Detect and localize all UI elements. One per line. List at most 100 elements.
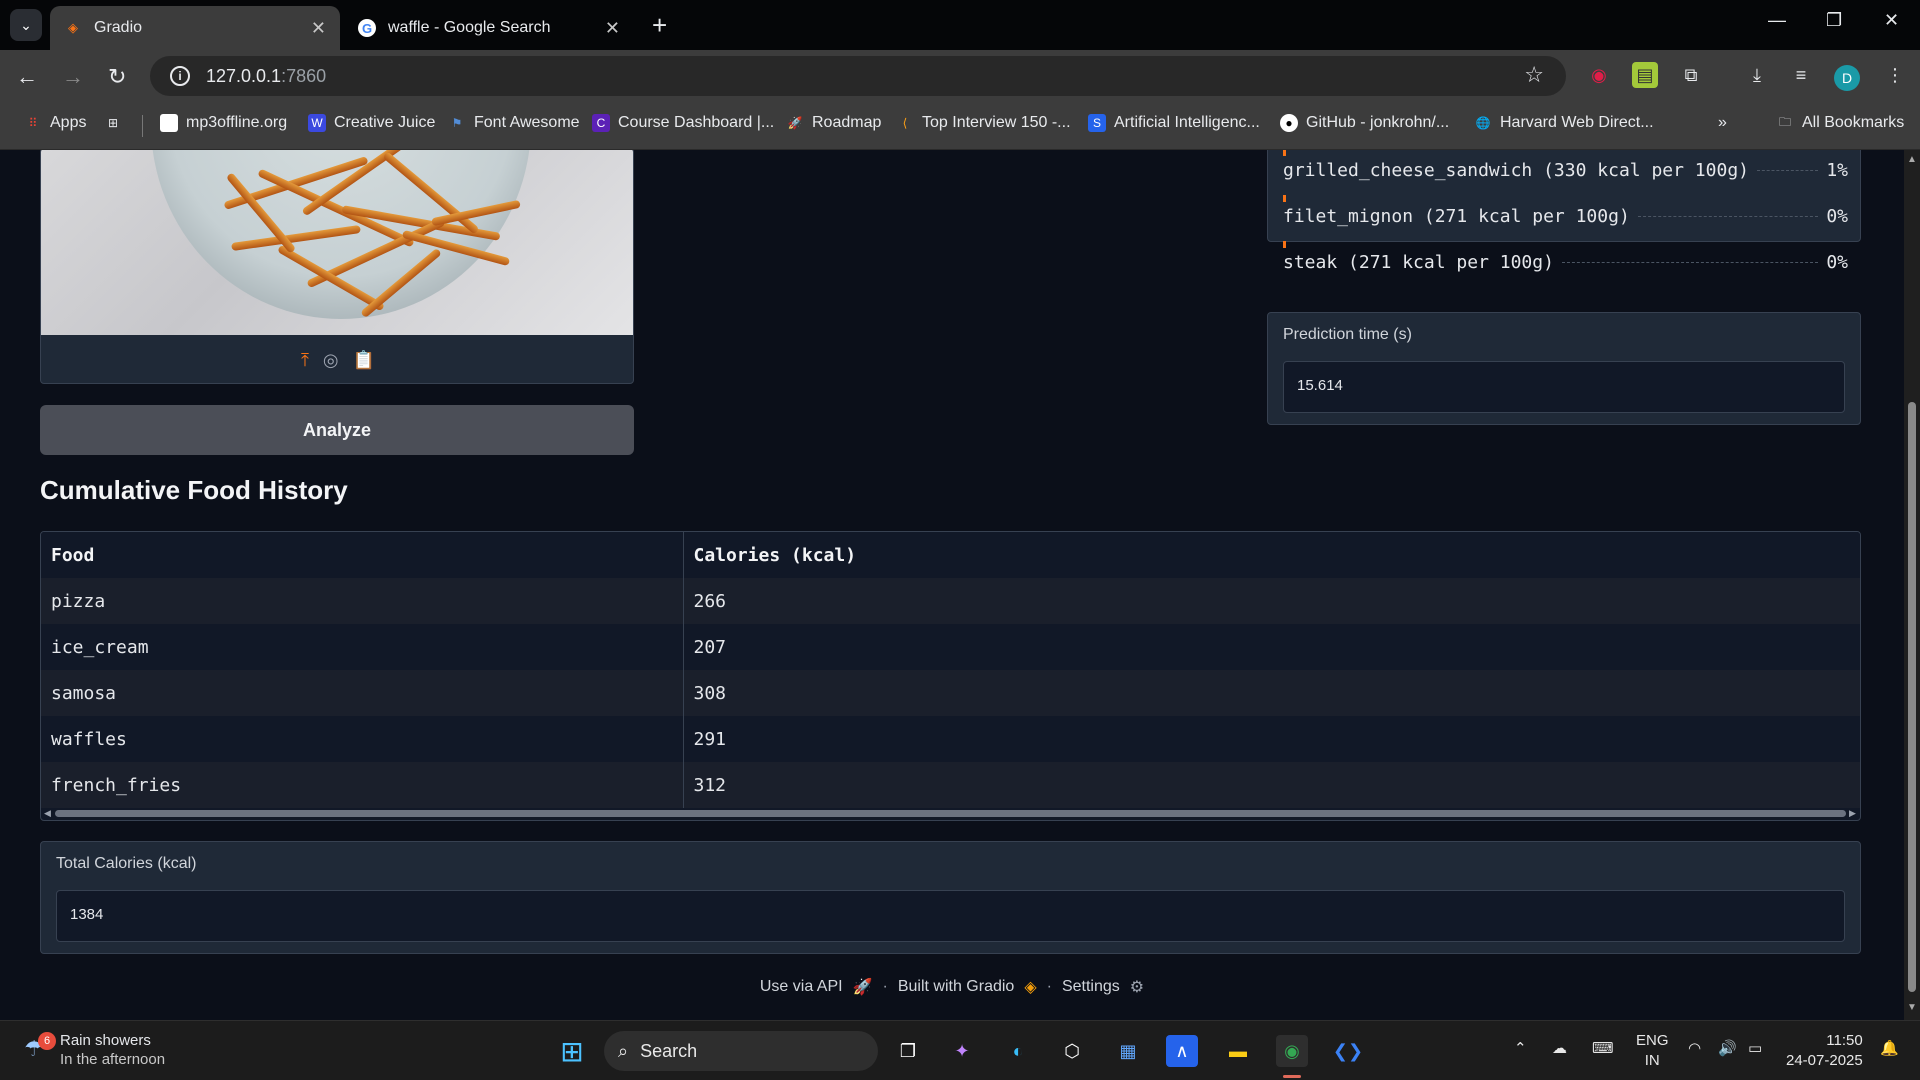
close-tab-icon[interactable]: ✕ (605, 18, 620, 39)
task-view-icon[interactable]: ❐ (892, 1035, 924, 1067)
prediction-time-value[interactable]: 15.614 (1283, 361, 1845, 413)
back-icon[interactable]: ← (16, 64, 38, 90)
upload-icon[interactable]: ⤒ (301, 350, 309, 371)
cell-calories[interactable]: 291 (683, 716, 1860, 762)
image-input-panel[interactable]: ⤒ ◎ 📋 (40, 150, 634, 384)
cell-food[interactable]: french_fries (41, 762, 684, 808)
edge-icon[interactable]: ◐ (1002, 1035, 1034, 1067)
bookmark-mp3offline[interactable]: mp3offline.org (160, 114, 287, 132)
bookmark-label: Roadmap (812, 114, 882, 131)
tab-google-search[interactable]: G waffle - Google Search ✕ (344, 6, 634, 50)
minimize-icon[interactable]: — (1768, 10, 1786, 31)
media-control-icon[interactable]: ≡ (1788, 62, 1814, 88)
new-tab-button[interactable]: + (652, 10, 667, 41)
rocket-icon: 🚀 (852, 979, 873, 996)
more-bookmarks-button[interactable]: » (1718, 114, 1727, 132)
clock-time: 11:50 (1826, 1032, 1863, 1049)
vscode-icon[interactable]: ❮❯ (1332, 1035, 1364, 1067)
prediction-name: steak (271 kcal per 100g) (1283, 251, 1554, 273)
column-header-food[interactable]: Food (41, 532, 684, 578)
keyboard-icon[interactable]: ⌨ (1592, 1039, 1614, 1057)
close-window-icon[interactable]: ✕ (1884, 10, 1899, 31)
file-explorer-icon[interactable]: ▬ (1222, 1035, 1254, 1067)
store-icon[interactable]: ▦ (1112, 1035, 1144, 1067)
bookmark-label: Apps (50, 114, 87, 131)
url-port: :7860 (281, 65, 327, 86)
extension-icon[interactable]: ▤ (1632, 62, 1658, 88)
prediction-row: grilled_cheese_sandwich (330 kcal per 10… (1283, 150, 1848, 185)
scrollbar-thumb[interactable] (1908, 402, 1916, 992)
built-with-gradio-link[interactable]: Built with Gradio (898, 978, 1015, 996)
windows-start-icon[interactable]: ⊞ (556, 1035, 588, 1067)
taskbar-search[interactable]: ⌕ Search (604, 1031, 878, 1071)
tab-gradio[interactable]: ◈ Gradio ✕ (50, 6, 340, 50)
table-row: samosa 308 (41, 670, 1860, 716)
language-bottom: IN (1644, 1052, 1660, 1069)
bookmark-github[interactable]: ● GitHub - jonkrohn/... (1280, 114, 1449, 132)
weather-widget[interactable]: ☂ 6 Rain showers In the afternoon (24, 1031, 165, 1069)
profile-avatar[interactable]: D (1834, 65, 1860, 91)
bookmark-artificial-intelligence[interactable]: S Artificial Intelligenc... (1088, 114, 1260, 132)
scroll-right-icon[interactable]: ▶ (1849, 808, 1856, 819)
show-hidden-icons[interactable]: ⌃ (1514, 1039, 1527, 1057)
address-bar[interactable]: i 127.0.0.1:7860 ☆ (150, 56, 1566, 96)
cell-calories[interactable]: 207 (683, 624, 1860, 670)
system-clock[interactable]: 11:50 24-07-2025 (1786, 1031, 1863, 1071)
image-toolbar: ⤒ ◎ 📋 (41, 335, 633, 383)
column-header-calories[interactable]: Calories (kcal) (683, 532, 1860, 578)
cell-food[interactable]: waffles (41, 716, 684, 762)
gear-icon[interactable]: ⚙ (1130, 977, 1144, 997)
cell-calories[interactable]: 308 (683, 670, 1860, 716)
bookmark-star-icon[interactable]: ☆ (1524, 62, 1544, 88)
close-tab-icon[interactable]: ✕ (311, 18, 326, 39)
chrome-active-indicator (1283, 1075, 1301, 1078)
wifi-icon[interactable]: ◠ (1688, 1039, 1701, 1057)
bookmark-course-dashboard[interactable]: C Course Dashboard |... (592, 114, 774, 132)
table-horizontal-scrollbar[interactable] (55, 810, 1846, 817)
settings-link[interactable]: Settings (1062, 978, 1120, 996)
page-icon (160, 114, 178, 132)
record-extension-icon[interactable]: ◉ (1586, 62, 1612, 88)
tab-groups-button[interactable]: ⊞ (104, 114, 130, 132)
chrome-icon[interactable]: ◉ (1276, 1035, 1308, 1067)
cell-food[interactable]: ice_cream (41, 624, 684, 670)
total-calories-value[interactable]: 1384 (56, 890, 1845, 942)
site-info-icon[interactable]: i (170, 66, 190, 86)
analyze-button[interactable]: Analyze (40, 405, 634, 455)
scroll-down-icon[interactable]: ▼ (1907, 1002, 1917, 1013)
reload-icon[interactable]: ↻ (108, 64, 126, 90)
scroll-left-icon[interactable]: ◀ (44, 808, 51, 819)
bookmark-harvard[interactable]: 🌐 Harvard Web Direct... (1474, 114, 1654, 132)
webcam-icon[interactable]: ◎ (323, 350, 339, 371)
bookmark-top-interview[interactable]: ⟨ Top Interview 150 -... (896, 114, 1071, 132)
bookmark-creative-juice[interactable]: W Creative Juice (308, 114, 435, 132)
cell-calories[interactable]: 266 (683, 578, 1860, 624)
battery-icon[interactable]: ▭ (1748, 1039, 1762, 1057)
cell-calories[interactable]: 312 (683, 762, 1860, 808)
unity-icon[interactable]: ⬡ (1056, 1035, 1088, 1067)
use-via-api-link[interactable]: Use via API (760, 978, 843, 996)
scroll-up-icon[interactable]: ▲ (1907, 154, 1917, 165)
all-bookmarks-button[interactable]: 🗀 All Bookmarks (1776, 114, 1904, 132)
mathworks-icon[interactable]: ∧ (1166, 1035, 1198, 1067)
volume-icon[interactable]: 🔊 (1718, 1039, 1737, 1057)
forward-icon[interactable]: → (62, 64, 84, 90)
page-scrollbar[interactable]: ▲ ▼ (1904, 150, 1920, 1020)
onedrive-icon[interactable]: ☁ (1552, 1039, 1567, 1057)
notifications-icon[interactable]: 🔔 (1880, 1039, 1899, 1057)
bookmark-label: mp3offline.org (186, 114, 288, 131)
clipboard-icon[interactable]: 📋 (353, 350, 375, 371)
cell-food[interactable]: pizza (41, 578, 684, 624)
bookmark-roadmap[interactable]: 🚀 Roadmap (786, 114, 882, 132)
puzzle-extensions-icon[interactable]: ⧉ (1678, 62, 1704, 88)
cell-food[interactable]: samosa (41, 670, 684, 716)
tab-search-menu-button[interactable]: ⌄ (10, 9, 42, 41)
weather-subtitle: In the afternoon (60, 1051, 166, 1068)
copilot-icon[interactable]: ✦ (946, 1035, 978, 1067)
browser-menu-icon[interactable]: ⋮ (1882, 62, 1908, 88)
bookmark-apps[interactable]: ⠿ Apps (24, 114, 87, 132)
language-indicator[interactable]: ENG IN (1636, 1031, 1669, 1071)
restore-icon[interactable]: ❐ (1826, 10, 1842, 31)
bookmark-font-awesome[interactable]: ⚑ Font Awesome (448, 114, 580, 132)
download-icon[interactable]: ⤓ (1744, 62, 1770, 88)
